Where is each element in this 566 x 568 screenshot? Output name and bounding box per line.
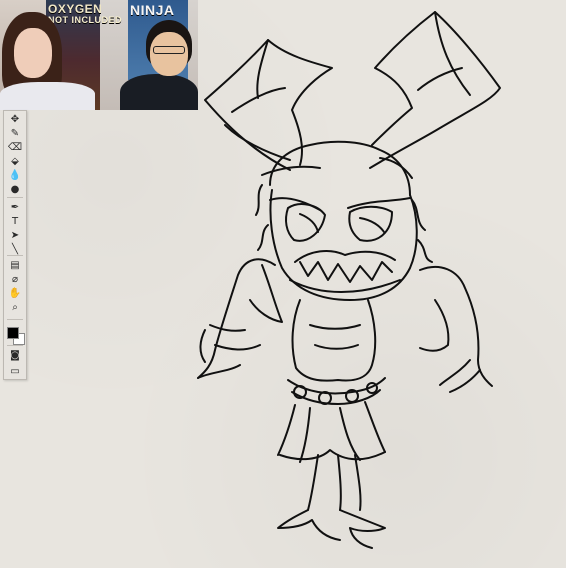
host-left-face [14,28,52,78]
drop-icon[interactable]: 💧 [6,169,24,182]
poster-left-title: OXYGEN [48,2,103,16]
screen-mode-icon[interactable]: ▭ [6,365,24,378]
zoom-icon[interactable]: ⌕ [6,301,24,314]
bucket-icon[interactable]: ⬙ [6,155,24,168]
text-icon[interactable]: T [6,215,24,228]
host-right-face [150,32,188,76]
poster-right-title: NINJA [130,2,175,18]
poster-left-subtitle: NOT INCLUDED [48,15,122,25]
toolbar-divider [7,255,23,256]
quickmask-icon[interactable]: ◙ [6,349,24,362]
eyedropper-icon[interactable]: ⌀ [6,273,24,286]
toolbar-divider [7,345,23,346]
notes-icon[interactable]: ▤ [6,259,24,272]
tools-panel: ✥ ✎ ⌫ ⬙ 💧 ● ✒ T ➤ ╲ ▤ ⌀ ✋ ⌕ ◙ ▭ [3,110,27,380]
path-select-icon[interactable]: ➤ [6,229,24,242]
pen-icon[interactable]: ✒ [6,201,24,214]
eraser-icon[interactable]: ⌫ [6,141,24,154]
webcam-overlay: OXYGEN NOT INCLUDED NINJA [0,0,198,110]
toolbar-divider [7,319,23,320]
glasses [153,46,185,54]
hand-icon[interactable]: ✋ [6,287,24,300]
host-left-shirt [0,82,95,110]
move-icon[interactable]: ✥ [6,113,24,126]
foreground-color-swatch[interactable] [7,327,19,339]
host-right-shirt [120,74,198,110]
brush-icon[interactable]: ✎ [6,127,24,140]
blur-icon[interactable]: ● [6,183,24,196]
toolbar-divider [7,197,23,198]
